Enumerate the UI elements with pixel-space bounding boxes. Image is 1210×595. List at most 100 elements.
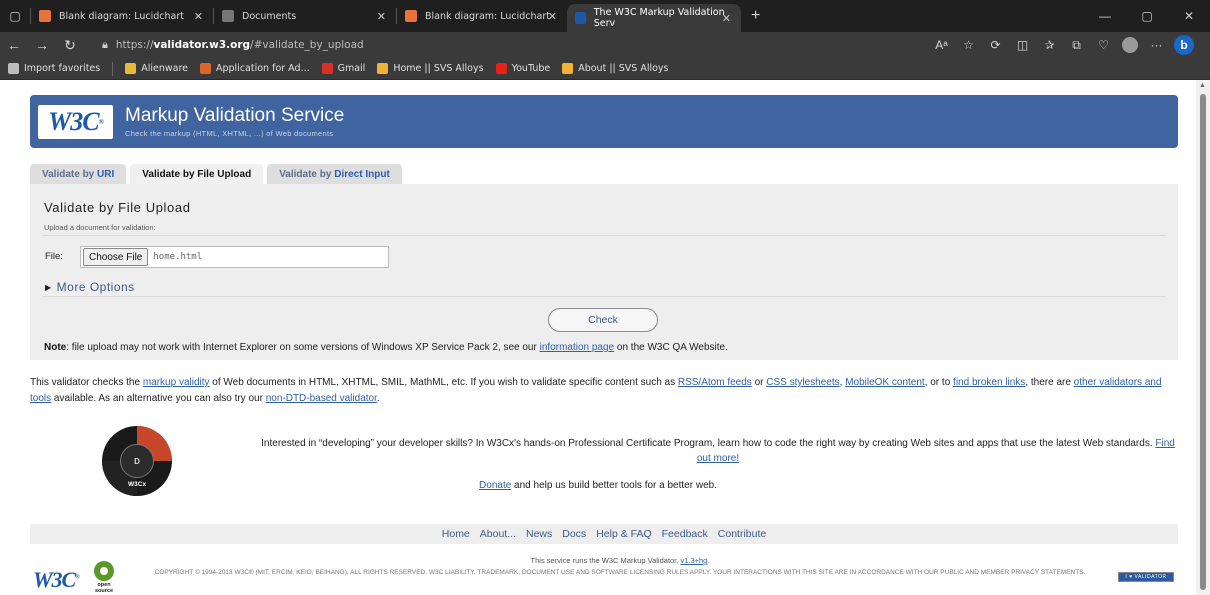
footer-link-docs[interactable]: Docs — [562, 528, 586, 540]
browser-tab-lucidchart-1[interactable]: Blank diagram: Lucidchart ✕ — [31, 0, 213, 32]
footer-w3c-logo[interactable]: W3C® — [33, 567, 80, 593]
footer-link-help-faq[interactable]: Help & FAQ — [596, 528, 651, 540]
minimize-icon[interactable]: — — [1084, 9, 1126, 23]
tab-title: The W3C Markup Validation Serv — [593, 7, 725, 29]
url-scheme: https:// — [115, 39, 154, 51]
close-tab-icon[interactable]: ✕ — [548, 10, 557, 23]
intro-text: This validator checks the — [30, 377, 143, 388]
intro-paragraph: This validator checks the markup validit… — [30, 375, 1180, 407]
rss-atom-feeds-link[interactable]: RSS/Atom feeds — [678, 377, 752, 388]
bookmark-about-svs[interactable]: About || SVS Alloys — [562, 63, 669, 74]
close-tab-icon[interactable]: ✕ — [377, 10, 386, 23]
more-options-toggle[interactable]: ▶ More Options — [45, 280, 135, 294]
badge-core: D — [120, 444, 154, 478]
favorites-icon[interactable]: ✰ — [1036, 38, 1063, 52]
more-menu-icon[interactable]: ··· — [1143, 38, 1170, 52]
w3c-logo[interactable]: W3C ® — [38, 104, 113, 139]
information-page-link[interactable]: information page — [540, 342, 615, 353]
split-screen-icon[interactable]: ◫ — [1009, 38, 1036, 52]
tab-link: Direct Input — [334, 168, 390, 180]
footer-link-about[interactable]: About... — [480, 528, 516, 540]
tab-validate-by-file-upload[interactable]: Validate by File Upload — [130, 164, 264, 184]
logo-registered-mark: ® — [98, 117, 104, 126]
footer-logo-registered-mark: ® — [75, 574, 80, 581]
page-scrollbar[interactable]: ▲ — [1196, 80, 1210, 595]
bookmark-alienware[interactable]: Alienware — [125, 63, 188, 74]
tab-validate-by-uri[interactable]: Validate by URI — [30, 164, 127, 184]
footer-link-home[interactable]: Home — [442, 528, 470, 540]
bookmark-application[interactable]: Application for Ad... — [200, 63, 310, 74]
close-tab-icon[interactable]: ✕ — [194, 10, 203, 23]
markup-validity-link[interactable]: markup validity — [143, 377, 210, 388]
w3cx-developer-badge[interactable]: D W3Cx — [102, 426, 172, 496]
bookmark-home-svs[interactable]: Home || SVS Alloys — [377, 63, 484, 74]
footer-link-contribute[interactable]: Contribute — [718, 528, 766, 540]
note-text: : file upload may not work with Internet… — [66, 342, 540, 353]
close-tab-icon[interactable]: ✕ — [722, 12, 731, 25]
bookmark-youtube[interactable]: YouTube — [495, 63, 551, 74]
footer-link-news[interactable]: News — [526, 528, 552, 540]
tab-prefix: Validate by — [279, 168, 332, 180]
intro-text: available. As an alternative you can als… — [51, 393, 266, 404]
bookmark-gmail[interactable]: Gmail — [321, 63, 366, 74]
open-source-icon[interactable]: open source — [89, 561, 119, 594]
browser-tab-lucidchart-2[interactable]: Blank diagram: Lucidchart ✕ — [397, 0, 567, 32]
bookmark-label: YouTube — [511, 63, 551, 74]
divider — [42, 235, 1166, 236]
address-bar[interactable]: 🔒︎ https://validator.w3.org/#validate_by… — [90, 34, 916, 56]
mobileok-content-link[interactable]: MobileOK content — [845, 377, 925, 388]
bookmark-label: About || SVS Alloys — [578, 63, 669, 74]
bookmark-separator — [112, 61, 114, 76]
non-dtd-validator-link[interactable]: non-DTD-based validator — [266, 393, 377, 404]
bookmark-label: Gmail — [337, 63, 366, 74]
refresh-icon[interactable]: ↻ — [56, 37, 84, 54]
upload-panel: Validate by File Upload Upload a documen… — [30, 184, 1178, 360]
close-window-icon[interactable]: ✕ — [1168, 9, 1210, 23]
url-domain: validator.w3.org — [153, 39, 251, 51]
open-source-label: open source — [94, 582, 114, 594]
i-love-validator-badge[interactable]: I ♥ VALIDATOR — [1118, 572, 1174, 582]
note-label: Note — [44, 342, 67, 353]
bookmark-label: Import favorites — [24, 63, 101, 74]
tab-label: Validate by File Upload — [142, 168, 252, 180]
url-path: /#validate_by_upload — [250, 39, 364, 51]
note-tail: on the W3C QA Website. — [614, 342, 728, 353]
read-aloud-icon[interactable]: A͏ᵃ — [928, 38, 955, 52]
maximize-icon[interactable]: ▢ — [1126, 9, 1168, 23]
tab-validate-by-direct-input[interactable]: Validate by Direct Input — [267, 164, 402, 184]
donate-text: and help us build better tools for a bet… — [511, 480, 717, 491]
browser-tab-w3c-validator[interactable]: The W3C Markup Validation Serv ✕ — [567, 4, 741, 32]
documents-icon — [222, 10, 234, 22]
bing-copilot-icon[interactable]: b — [1174, 35, 1194, 55]
browser-tab-documents[interactable]: Documents ✕ — [214, 0, 396, 32]
check-button[interactable]: Check — [548, 308, 658, 332]
logo-text: W3C — [48, 106, 99, 136]
browser-essentials-icon[interactable]: ♡ — [1090, 38, 1117, 52]
footer-logo-text: W3C — [33, 567, 76, 592]
new-tab-icon[interactable]: + — [751, 7, 760, 25]
donate-link[interactable]: Donate — [479, 480, 511, 491]
page-content: W3C ® Markup Validation Service Check the… — [0, 80, 1210, 595]
forward-icon[interactable]: → — [28, 37, 56, 53]
choose-file-button[interactable]: Choose File — [83, 248, 149, 266]
scrollbar-thumb[interactable] — [1200, 94, 1206, 590]
youtube-icon — [495, 63, 507, 74]
version-link[interactable]: v1.3+hg — [680, 556, 707, 565]
back-icon[interactable]: ← — [0, 37, 28, 53]
file-input[interactable]: Choose File home.html — [80, 246, 389, 268]
application-icon — [200, 63, 211, 74]
find-broken-links-link[interactable]: find broken links — [953, 377, 1025, 388]
validation-tabs: Validate by URI Validate by File Upload … — [30, 164, 406, 184]
runs-text: This service runs the W3C Markup Validat… — [530, 556, 681, 565]
bookmark-import-favorites[interactable]: Import favorites — [8, 63, 100, 74]
profile-avatar-icon[interactable] — [1122, 37, 1138, 53]
extensions-icon[interactable]: ⟳ — [982, 38, 1009, 52]
footer-link-feedback[interactable]: Feedback — [662, 528, 708, 540]
lock-icon[interactable]: 🔒︎ — [102, 38, 108, 52]
css-stylesheets-link[interactable]: CSS stylesheets — [766, 377, 839, 388]
scroll-up-icon[interactable]: ▲ — [1199, 82, 1206, 89]
collections-icon[interactable]: ⧉ — [1063, 38, 1090, 53]
tab-actions-icon[interactable]: ▢ — [0, 0, 30, 32]
favorite-star-icon[interactable]: ☆ — [955, 38, 982, 52]
selected-file-name: home.html — [153, 252, 203, 262]
